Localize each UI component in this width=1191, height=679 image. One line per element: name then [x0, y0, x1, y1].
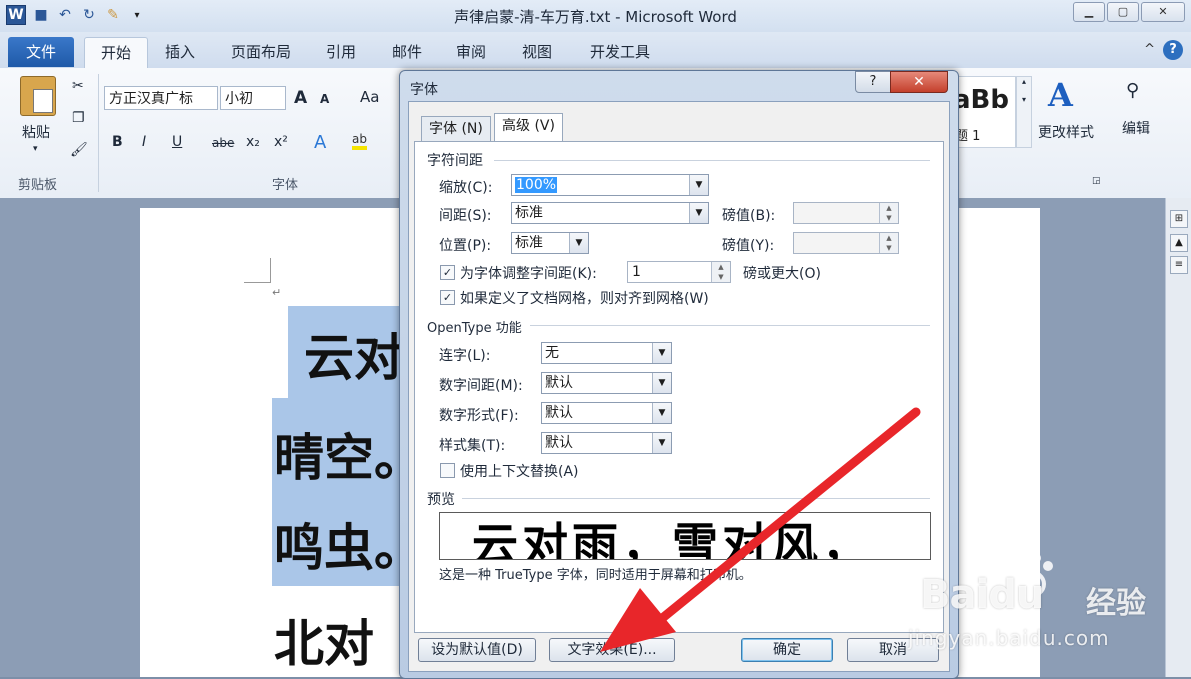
- watermark-url: jingyan.baidu.com: [908, 626, 1110, 650]
- baidu-watermark: Baidu 经验 jingyan.baidu.com: [906, 548, 1186, 658]
- arrow-head: [600, 588, 676, 652]
- watermark-brand: Baidu: [920, 572, 1044, 618]
- watermark-sub: 经验: [1086, 586, 1146, 621]
- arrow-shaft: [655, 407, 921, 625]
